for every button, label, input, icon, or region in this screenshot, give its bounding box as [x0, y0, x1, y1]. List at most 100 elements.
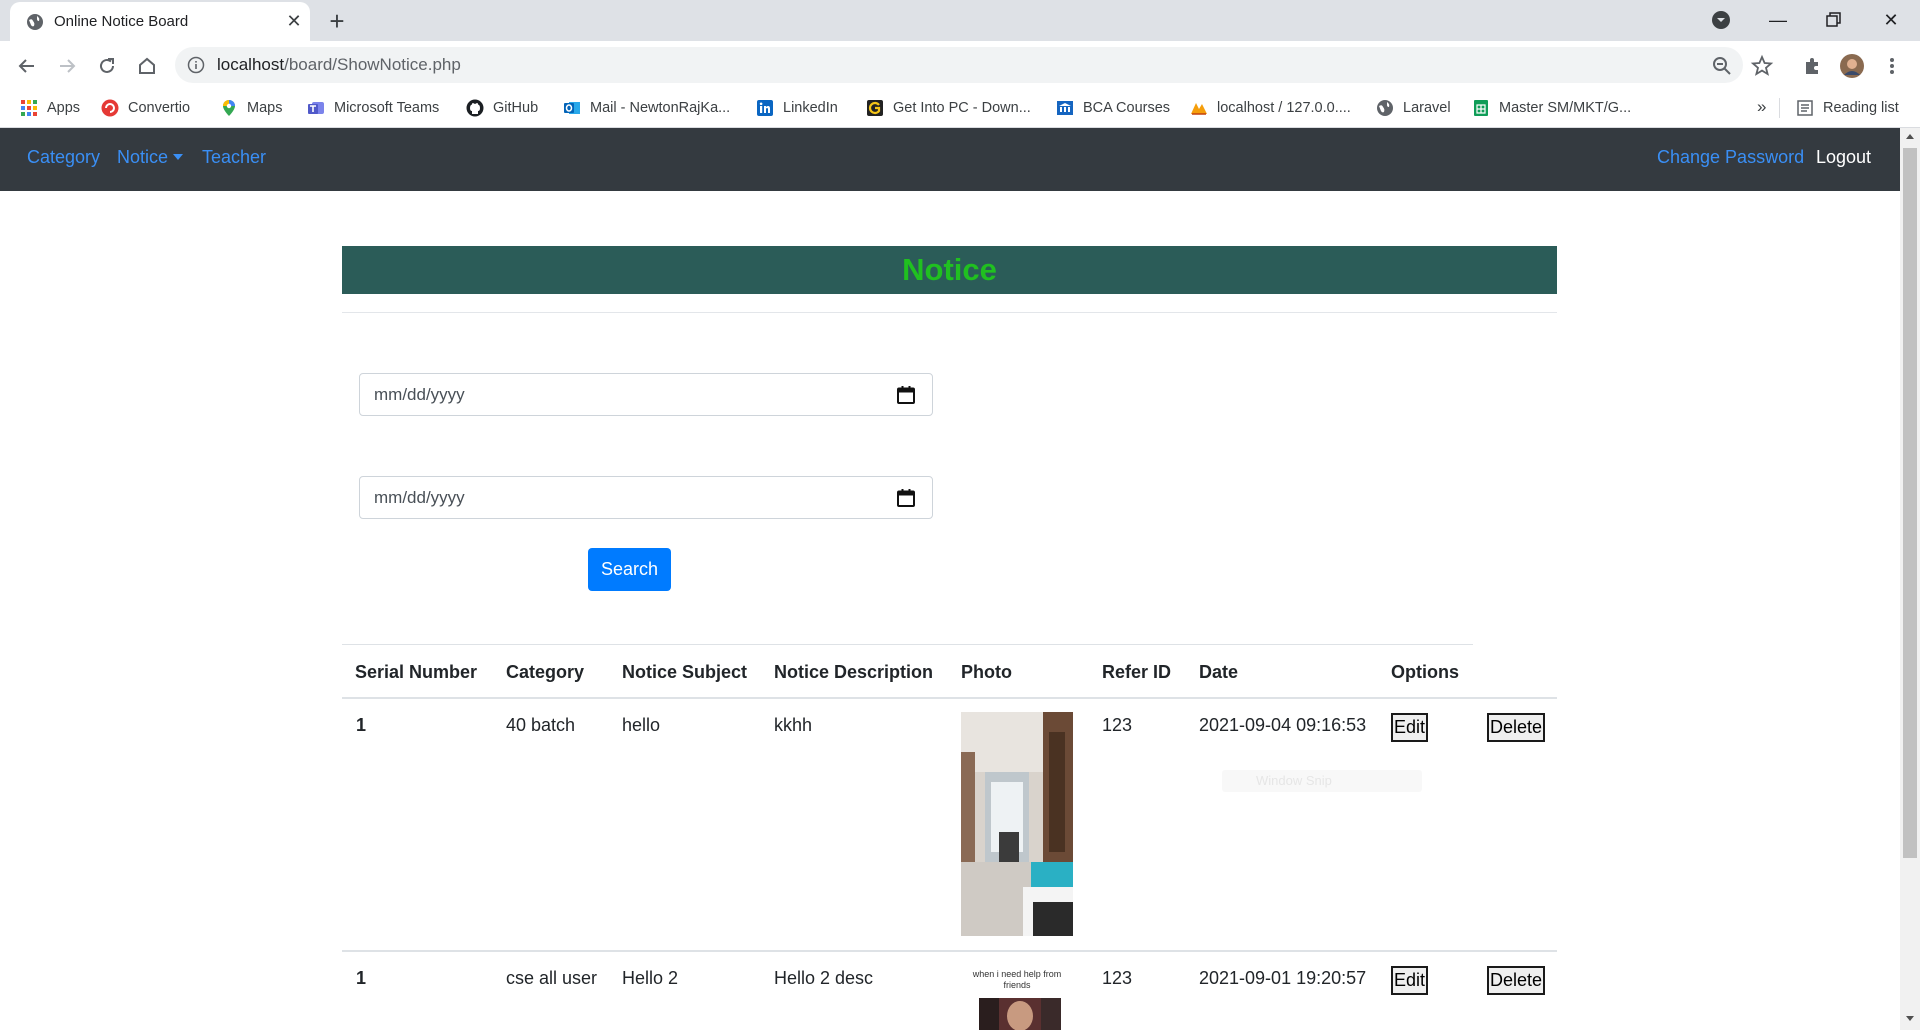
nav-notice-label: Notice: [117, 147, 169, 167]
bookmark-label: GitHub: [493, 100, 539, 116]
bookmark-apps[interactable]: Apps: [20, 89, 80, 127]
close-window-icon[interactable]: ✕: [1878, 7, 1904, 33]
bookmark-convertio[interactable]: Convertio: [101, 89, 190, 127]
site-info-icon[interactable]: [187, 56, 205, 74]
header-row-border: [342, 697, 1557, 699]
extensions-icon[interactable]: [1799, 53, 1825, 79]
more-bookmarks-icon[interactable]: »: [1757, 97, 1766, 117]
maps-pin-icon: [223, 100, 235, 116]
row2-serial: 1: [356, 968, 367, 988]
calendar-icon[interactable]: [896, 488, 916, 508]
page-title-banner: Notice: [342, 246, 1557, 294]
phpmyadmin-icon: [1191, 103, 1207, 115]
page-viewport: Category Notice Teacher Change Password …: [0, 128, 1900, 1030]
reading-list-label: Reading list: [1823, 100, 1899, 116]
url-text[interactable]: localhost/board/ShowNotice.php: [217, 55, 461, 75]
bookmark-label: LinkedIn: [783, 100, 838, 116]
row2-delete-button[interactable]: Delete: [1487, 966, 1546, 995]
search-button[interactable]: Search: [588, 548, 671, 591]
header-category: Category: [506, 662, 585, 682]
row2-description: Hello 2 desc: [774, 968, 874, 988]
scrollbar-thumb[interactable]: [1903, 148, 1917, 858]
header-notice-subject: Notice Subject: [622, 662, 748, 682]
row1-photo: [961, 712, 1073, 936]
globe-icon: [1377, 100, 1393, 116]
bookmark-divider: [1779, 98, 1780, 118]
bookmark-bca[interactable]: BCA Courses: [1056, 89, 1170, 127]
bookmark-github[interactable]: GitHub: [466, 89, 538, 127]
header-notice-description: Notice Description: [774, 662, 934, 682]
scroll-down-arrow-icon[interactable]: [1906, 1016, 1914, 1021]
window-snip-text: Window Snip: [1256, 773, 1332, 788]
outlook-icon: [564, 102, 580, 114]
close-tab-icon[interactable]: ✕: [284, 11, 304, 31]
row1-bottom-border: [342, 950, 1557, 952]
bookmark-star-icon[interactable]: [1749, 53, 1775, 79]
page-scrollbar[interactable]: [1900, 128, 1920, 1030]
new-tab-icon[interactable]: +: [324, 8, 350, 35]
globe-icon: [27, 14, 43, 30]
profile-avatar-icon[interactable]: [1839, 53, 1865, 79]
browser-toolbar: localhost/board/ShowNotice.php: [0, 41, 1920, 89]
bookmark-localhost[interactable]: localhost / 127.0.0....: [1190, 89, 1351, 127]
bookmark-maps[interactable]: Maps: [220, 89, 282, 127]
linkedin-icon: [757, 100, 773, 116]
reading-list-button[interactable]: Reading list: [1796, 89, 1899, 127]
row2-category: cse all user: [506, 968, 598, 988]
nav-logout[interactable]: Logout: [1816, 147, 1871, 168]
nav-notice-dropdown[interactable]: Notice: [117, 147, 184, 168]
date-to-input[interactable]: mm/dd/yyyy: [359, 476, 933, 519]
back-arrow-icon[interactable]: [14, 53, 40, 79]
bookmark-teams[interactable]: Microsoft Teams: [307, 89, 439, 127]
bookmark-label: localhost / 127.0.0....: [1217, 100, 1351, 116]
bookmark-laravel[interactable]: Laravel: [1376, 89, 1451, 127]
bookmark-master-sheet[interactable]: Master SM/MKT/G...: [1472, 89, 1631, 127]
row2-photo-caption-line2: friends: [1003, 980, 1031, 990]
page-title: Notice: [902, 252, 997, 287]
row2-subject: Hello 2: [622, 968, 679, 988]
row1-subject: hello: [622, 715, 661, 735]
row2-edit-button[interactable]: Edit: [1391, 966, 1429, 995]
row2-refer-id: 123: [1102, 968, 1133, 988]
header-serial-number: Serial Number: [355, 662, 478, 682]
caret-down-icon: [173, 154, 184, 160]
bookmark-label: Laravel: [1403, 100, 1451, 116]
date-from-placeholder: mm/dd/yyyy: [374, 385, 465, 404]
row2-photo-caption-line1: when i need help from: [972, 969, 1062, 979]
bookmarks-bar: Apps Convertio Maps Microsoft Teams GitH…: [0, 89, 1920, 128]
url-host: localhost: [217, 55, 285, 74]
window-snip-overlay: Window Snip: [1222, 770, 1422, 792]
bookmark-getintopc[interactable]: Get Into PC - Down...: [866, 89, 1031, 127]
restore-icon[interactable]: [1820, 7, 1846, 33]
date-from-input[interactable]: mm/dd/yyyy: [359, 373, 933, 416]
browser-tabstrip: Online Notice Board ✕ + — ✕: [0, 0, 1920, 41]
browser-tab-active[interactable]: Online Notice Board ✕: [10, 2, 310, 41]
bookmark-label: Get Into PC - Down...: [893, 100, 1031, 116]
bookmark-label: Maps: [247, 100, 283, 116]
header-options: Options: [1391, 662, 1459, 682]
row1-refer-id: 123: [1102, 715, 1133, 735]
address-bar[interactable]: localhost/board/ShowNotice.php: [175, 47, 1743, 83]
minimize-icon[interactable]: —: [1765, 7, 1791, 33]
forward-arrow-icon[interactable]: [54, 53, 80, 79]
bookmark-linkedin[interactable]: LinkedIn: [756, 89, 838, 127]
home-icon[interactable]: [134, 53, 160, 79]
calendar-icon[interactable]: [896, 385, 916, 405]
nav-change-password[interactable]: Change Password: [1657, 147, 1804, 168]
row2-photo: when i need help from friends: [961, 968, 1073, 1030]
tab-search-icon[interactable]: [1708, 7, 1734, 33]
row1-edit-button[interactable]: Edit: [1391, 713, 1429, 742]
reload-icon[interactable]: [94, 53, 120, 79]
nav-teacher[interactable]: Teacher: [202, 147, 266, 168]
bookmark-label: Convertio: [128, 100, 191, 116]
row1-date: 2021-09-04 09:16:53: [1199, 715, 1367, 735]
zoom-icon[interactable]: [1709, 53, 1735, 79]
nav-category[interactable]: Category: [27, 147, 100, 168]
row1-delete-button[interactable]: Delete: [1487, 713, 1546, 742]
row2-photo-image: [979, 998, 1061, 1030]
scroll-up-arrow-icon[interactable]: [1906, 134, 1914, 139]
row2-photo-caption: when i need help from friends: [961, 968, 1073, 991]
more-menu-icon[interactable]: [1879, 53, 1905, 79]
header-photo: Photo: [961, 662, 1012, 682]
bookmark-mail[interactable]: Mail - NewtonRajKa...: [563, 89, 730, 127]
